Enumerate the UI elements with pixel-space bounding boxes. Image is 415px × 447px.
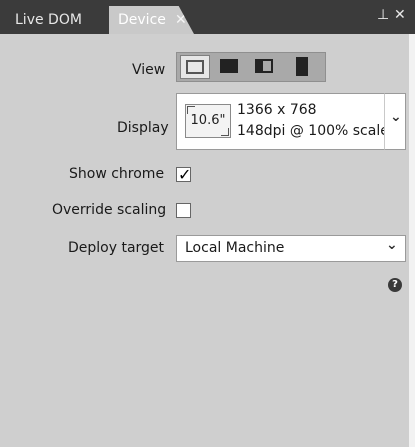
view-button-group — [176, 52, 326, 82]
deploy-target-label: Deploy target — [68, 240, 165, 256]
panel-edge — [409, 34, 415, 447]
tab-live-dom[interactable]: Live DOM — [6, 6, 104, 34]
tab-label: Device — [118, 12, 166, 28]
deploy-target-value: Local Machine — [185, 240, 285, 256]
check-icon: ✓ — [178, 165, 192, 184]
display-select[interactable]: 10.6" 1366 x 768 148dpi @ 100% scale — [176, 93, 406, 150]
show-chrome-label: Show chrome — [69, 166, 165, 182]
tab-device[interactable]: Device ✕ — [109, 6, 194, 34]
view-snapped-button[interactable] — [250, 55, 280, 79]
deploy-target-select[interactable]: Local Machine ⌄ — [176, 235, 406, 262]
snapped-view-icon — [255, 59, 273, 73]
override-scaling-checkbox[interactable] — [176, 203, 191, 218]
portrait-view-icon — [296, 57, 308, 76]
chevron-down-icon: ⌄ — [386, 237, 398, 253]
tab-label: Live DOM — [15, 12, 82, 28]
fill-view-icon — [220, 59, 238, 73]
close-panel-icon[interactable]: ✕ — [394, 7, 406, 23]
view-label: View — [132, 62, 166, 78]
override-scaling-label: Override scaling — [52, 202, 167, 218]
close-icon[interactable]: ✕ — [175, 6, 187, 34]
show-chrome-checkbox[interactable]: ✓ — [176, 165, 192, 184]
display-size: 10.6" — [190, 113, 226, 128]
display-resolution: 1366 x 768 — [237, 102, 317, 118]
chevron-down-icon: ⌄ — [390, 109, 402, 125]
corner-mark — [221, 128, 229, 136]
help-icon[interactable]: ? — [388, 278, 402, 292]
display-dpi-scale: 148dpi @ 100% scale — [237, 123, 389, 139]
device-panel: Live DOM Device ✕ ⊥ ✕ View Display 10.6"… — [0, 0, 415, 447]
view-full-button[interactable] — [180, 55, 210, 79]
display-dropdown-button[interactable]: ⌄ — [384, 93, 406, 150]
tab-bar: Live DOM Device ✕ ⊥ ✕ — [0, 0, 415, 34]
corner-mark — [187, 106, 195, 114]
display-label: Display — [117, 120, 169, 136]
view-portrait-button[interactable] — [287, 55, 317, 79]
view-fill-button[interactable] — [215, 55, 245, 79]
full-view-icon — [186, 60, 204, 74]
display-thumbnail: 10.6" — [185, 104, 231, 138]
pin-icon[interactable]: ⊥ — [377, 7, 389, 23]
